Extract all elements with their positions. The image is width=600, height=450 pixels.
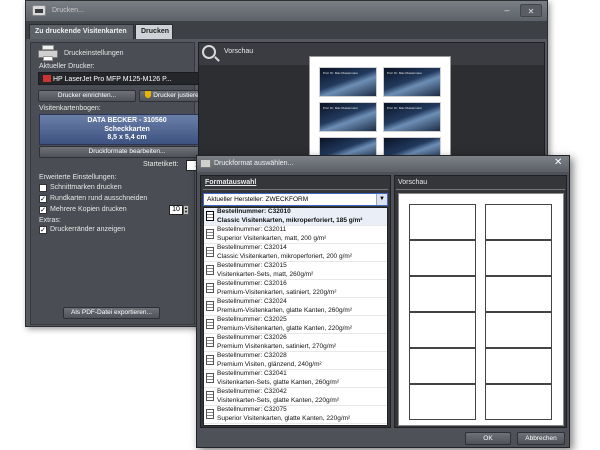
export-pdf-button[interactable]: Als PDF-Datei exportieren... xyxy=(63,307,160,319)
card-slot xyxy=(485,240,552,276)
format-selection-heading: Formatauswahl xyxy=(205,179,257,186)
card-name-text: Prof. Dr. Max Mustermann xyxy=(387,71,423,75)
format-list[interactable]: Bestellnummer: C32010 Classic Visitenkart… xyxy=(203,207,388,426)
card-slot xyxy=(485,204,552,240)
card-sheet-name: DATA BECKER - 310560 xyxy=(87,117,167,124)
magnifier-icon[interactable] xyxy=(202,45,216,59)
business-card-preview: Prof. Dr. Max Mustermann xyxy=(319,102,377,132)
card-name-text: Prof. Dr. Max Mustermann xyxy=(387,106,423,110)
card-slot xyxy=(485,348,552,384)
shield-icon xyxy=(145,91,152,98)
card-name-text: Prof. Dr. Max Mustermann xyxy=(323,106,359,110)
format-list-item[interactable]: Bestellnummer: C32042 Visitenkarten-Sets,… xyxy=(204,388,387,406)
sheet-icon xyxy=(206,211,214,221)
minimize-button[interactable]: – xyxy=(500,4,514,17)
format-preview-heading: Vorschau xyxy=(398,179,428,186)
card-slot xyxy=(409,348,476,384)
round-cut-label: Rundkarten rund ausschneiden xyxy=(50,195,148,202)
printer-margins-label: Druckerränder anzeigen xyxy=(50,226,126,233)
printer-select-value: HP LaserJet Pro MFP M125-M126 P... xyxy=(53,76,172,83)
format-list-item[interactable]: Bestellnummer: C32014 Classic Visitenkart… xyxy=(204,244,387,262)
sheet-icon xyxy=(206,319,214,329)
hp-printer-icon xyxy=(43,75,51,82)
advanced-settings-heading: Erweiterte Einstellungen: xyxy=(39,174,117,181)
format-list-item[interactable]: Bestellnummer: C32041 Visitenkarten-Sets,… xyxy=(204,370,387,388)
preview-heading: Vorschau xyxy=(224,48,254,55)
printer-setup-button[interactable]: Drucker einrichten... xyxy=(38,90,136,102)
printer-margins-checkbox[interactable]: ✓ xyxy=(39,226,47,234)
business-card-preview: Prof. Dr. Max Mustermann xyxy=(383,67,441,97)
dialog-app-icon xyxy=(200,159,211,168)
tab-print[interactable]: Drucken xyxy=(135,24,173,39)
preview-page: Prof. Dr. Max Mustermann Prof. Dr. Max M… xyxy=(309,56,451,162)
card-slot xyxy=(409,240,476,276)
card-slot xyxy=(409,276,476,312)
edit-formats-button[interactable]: Druckformate bearbeiten... xyxy=(39,146,215,158)
printer-app-icon xyxy=(32,5,46,16)
business-card-preview: Prof. Dr. Max Mustermann xyxy=(383,102,441,132)
manufacturer-select[interactable]: Aktueller Hersteller: ZWECKFORM ▼ xyxy=(203,193,388,206)
card-slot xyxy=(409,384,476,420)
cut-marks-checkbox[interactable] xyxy=(39,184,47,192)
business-card-preview: Prof. Dr. Max Mustermann xyxy=(319,67,377,97)
card-slot xyxy=(485,384,552,420)
card-slot xyxy=(409,204,476,240)
sheet-icon xyxy=(206,373,214,383)
dialog-titlebar[interactable]: Druckformat auswählen... ✕ xyxy=(197,156,569,172)
card-sheet-size: 8,5 x 5,4 cm xyxy=(107,134,147,141)
print-settings-heading: Druckeinstellungen xyxy=(64,50,124,57)
close-button[interactable]: ✕ xyxy=(520,4,542,17)
printer-select[interactable]: HP LaserJet Pro MFP M125-M126 P... ▼ xyxy=(38,72,214,85)
start-label-caption: Startetikett: xyxy=(143,161,179,168)
copies-spinner[interactable]: ▲ ▼ xyxy=(183,205,189,215)
format-list-item[interactable]: Bestellnummer: C32028 Premium Visiten, gl… xyxy=(204,352,387,370)
sheet-icon xyxy=(206,265,214,275)
format-list-item[interactable]: Bestellnummer: C32026 Premium Visitenkart… xyxy=(204,334,387,352)
dialog-close-button[interactable]: ✕ xyxy=(554,157,562,169)
extras-heading: Extras: xyxy=(39,217,61,224)
chevron-down-icon: ▼ xyxy=(376,194,387,205)
dialog-title: Druckformat auswählen... xyxy=(214,160,294,167)
window-titlebar[interactable]: Drucken... – ✕ xyxy=(26,1,547,21)
card-sheet-type: Scheckkarten xyxy=(104,125,150,133)
ok-button[interactable]: OK xyxy=(465,432,511,445)
sheet-icon xyxy=(206,229,214,239)
format-list-item[interactable]: Bestellnummer: C32075 Superior Visitenkar… xyxy=(204,406,387,424)
format-list-item[interactable]: Bestellnummer: C32011 Superior Visitenkar… xyxy=(204,226,387,244)
multiple-copies-label: Mehrere Kopien drucken xyxy=(50,206,127,213)
card-name-text: Prof. Dr. Max Mustermann xyxy=(323,71,359,75)
multiple-copies-checkbox[interactable]: ✓ xyxy=(39,206,47,214)
printer-icon xyxy=(38,45,58,61)
format-list-item[interactable]: Bestellnummer: C32024 Premium-Visitenkart… xyxy=(204,298,387,316)
card-sheet-selector[interactable]: DATA BECKER - 310560 Scheckkarten 8,5 x … xyxy=(39,114,215,145)
sheet-icon xyxy=(206,301,214,311)
sheet-icon xyxy=(206,283,214,293)
format-preview-sheet xyxy=(398,193,564,426)
current-printer-label: Aktueller Drucker: xyxy=(39,63,95,70)
tab-bar: Zu druckende Visitenkarten Drucken xyxy=(26,21,547,39)
sheet-icon xyxy=(206,409,214,419)
format-list-item[interactable]: Bestellnummer: C32010 Classic Visitenkart… xyxy=(204,208,387,226)
card-slot xyxy=(485,276,552,312)
cut-marks-label: Schnittmarken drucken xyxy=(50,184,122,191)
sheet-icon xyxy=(206,355,214,365)
sheet-icon xyxy=(206,337,214,347)
divider xyxy=(396,189,565,190)
card-sheet-label: Visitenkartenbogen: xyxy=(39,105,101,112)
window-title: Drucken... xyxy=(52,7,84,14)
round-cut-checkbox[interactable]: ✓ xyxy=(39,195,47,203)
format-list-item[interactable]: Bestellnummer: C32015 Visitenkarten-Sets,… xyxy=(204,262,387,280)
format-select-dialog: Druckformat auswählen... ✕ Formatauswahl… xyxy=(196,155,570,448)
format-list-item[interactable]: Bestellnummer: C32016 Premium-Visitenkart… xyxy=(204,280,387,298)
format-list-item[interactable]: Bestellnummer: C32025 Premium-Visitenkart… xyxy=(204,316,387,334)
sheet-icon xyxy=(206,247,214,257)
copies-input[interactable]: 10 xyxy=(169,205,183,215)
card-slot xyxy=(409,312,476,348)
cancel-button[interactable]: Abbrechen xyxy=(517,432,565,445)
divider xyxy=(203,189,388,190)
card-slot xyxy=(485,312,552,348)
manufacturer-select-value: Aktueller Hersteller: ZWECKFORM xyxy=(207,196,309,203)
tab-cards-to-print[interactable]: Zu druckende Visitenkarten xyxy=(29,24,134,39)
sheet-icon xyxy=(206,391,214,401)
